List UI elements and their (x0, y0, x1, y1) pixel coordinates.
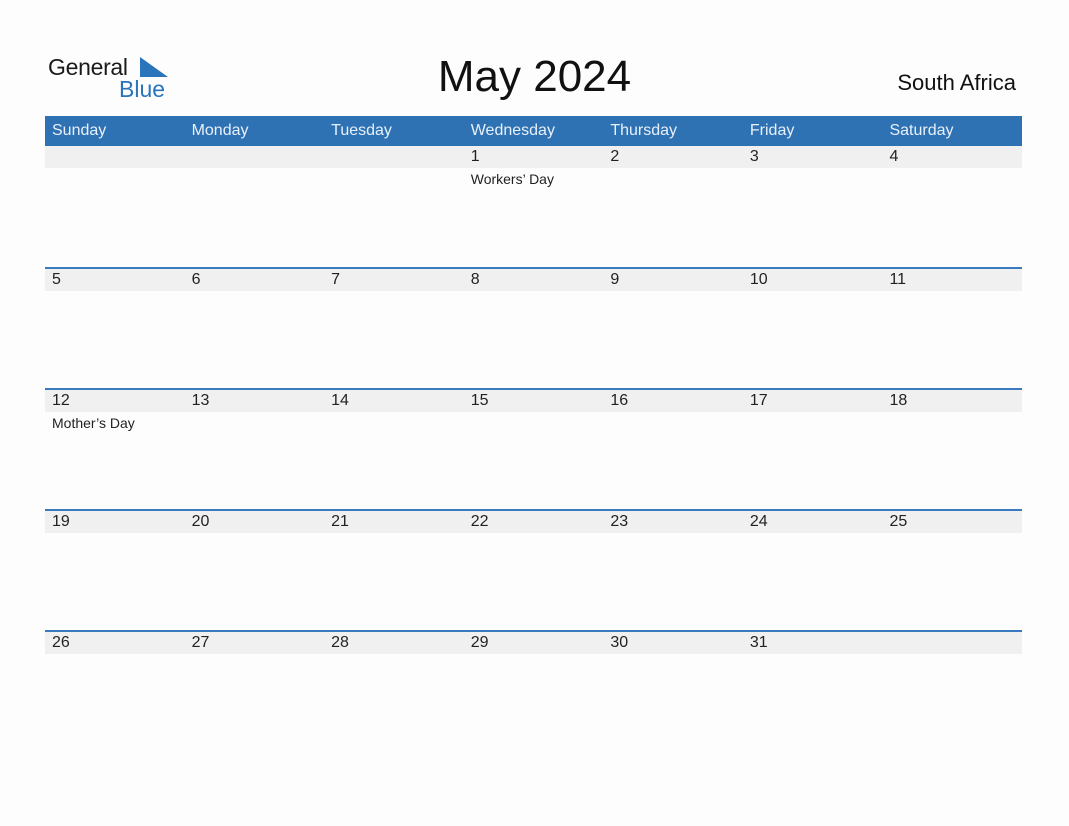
day-number: 22 (470, 513, 489, 530)
day-number: 29 (470, 634, 489, 651)
day-number-strip: 26 27 28 29 30 31 (45, 632, 1022, 654)
day-number-strip: 5 6 7 8 9 10 11 (45, 269, 1022, 291)
day-number: 15 (470, 392, 489, 409)
week-row: 5 6 7 8 9 10 11 (45, 267, 1022, 388)
day-number-strip: 19 20 21 22 23 24 25 (45, 511, 1022, 533)
week-row: 19 20 21 22 23 24 25 (45, 509, 1022, 630)
day-number: 6 (191, 271, 201, 288)
holiday-label (185, 412, 325, 434)
holiday-label (185, 168, 325, 190)
weekday-saturday: Saturday (889, 122, 954, 139)
week-row: 1 2 3 4 Workers’ Day (45, 146, 1022, 267)
day-number: 25 (889, 513, 908, 530)
holiday-label (603, 168, 743, 190)
holiday-label (743, 412, 883, 434)
weekday-wednesday: Wednesday (470, 122, 555, 139)
day-number (185, 146, 325, 168)
calendar-grid: Sunday Monday Tuesday Wednesday Thursday… (45, 116, 1022, 751)
day-number: 14 (331, 392, 349, 409)
day-number: 18 (889, 392, 908, 409)
day-number: 28 (331, 634, 349, 651)
day-number: 20 (191, 513, 210, 530)
weekday-tuesday: Tuesday (331, 122, 392, 139)
day-number: 16 (610, 392, 629, 409)
day-number: 2 (610, 148, 620, 165)
holiday-label (603, 412, 743, 434)
day-number: 11 (889, 271, 907, 288)
day-number: 3 (749, 148, 759, 165)
day-number (324, 146, 464, 168)
day-number-strip: 1 2 3 4 (45, 146, 1022, 168)
day-number: 26 (52, 634, 70, 651)
day-number: 23 (610, 513, 629, 530)
day-number-strip: 12 13 14 15 16 17 18 (45, 390, 1022, 412)
weekday-friday: Friday (749, 122, 795, 139)
events-row: Workers’ Day (45, 168, 1022, 190)
holiday-label (743, 168, 883, 190)
day-number: 27 (191, 634, 210, 651)
day-number: 24 (749, 513, 768, 530)
weekday-header: Sunday Monday Tuesday Wednesday Thursday… (45, 116, 1022, 146)
week-row: 12 13 14 15 16 17 18 Mother’s Day (45, 388, 1022, 509)
holiday-label: Workers’ Day (470, 171, 554, 187)
day-number: 1 (470, 148, 480, 165)
day-number: 5 (52, 271, 61, 288)
weekday-sunday: Sunday (52, 122, 107, 139)
day-number: 10 (749, 271, 768, 288)
day-number (45, 146, 185, 168)
weekday-monday: Monday (191, 122, 249, 139)
day-number: 17 (749, 392, 768, 409)
day-number: 19 (52, 513, 70, 530)
day-number: 30 (610, 634, 629, 651)
holiday-label (882, 412, 1022, 434)
day-number: 12 (52, 392, 70, 409)
day-number: 21 (331, 513, 349, 530)
holiday-label (464, 412, 604, 434)
week-row: 26 27 28 29 30 31 (45, 630, 1022, 751)
day-number: 9 (610, 271, 620, 288)
holiday-label (882, 168, 1022, 190)
day-number: 31 (749, 634, 768, 651)
day-number (882, 632, 1022, 654)
holiday-label (324, 412, 464, 434)
holiday-label (324, 168, 464, 190)
events-row: Mother’s Day (45, 412, 1022, 434)
day-number: 13 (191, 392, 210, 409)
holiday-label (45, 168, 185, 190)
weekday-thursday: Thursday (610, 122, 678, 139)
country-label: South Africa (897, 70, 1016, 95)
day-number: 8 (470, 271, 480, 288)
day-number: 4 (889, 148, 899, 165)
holiday-label: Mother’s Day (52, 415, 135, 431)
day-number: 7 (331, 271, 341, 288)
